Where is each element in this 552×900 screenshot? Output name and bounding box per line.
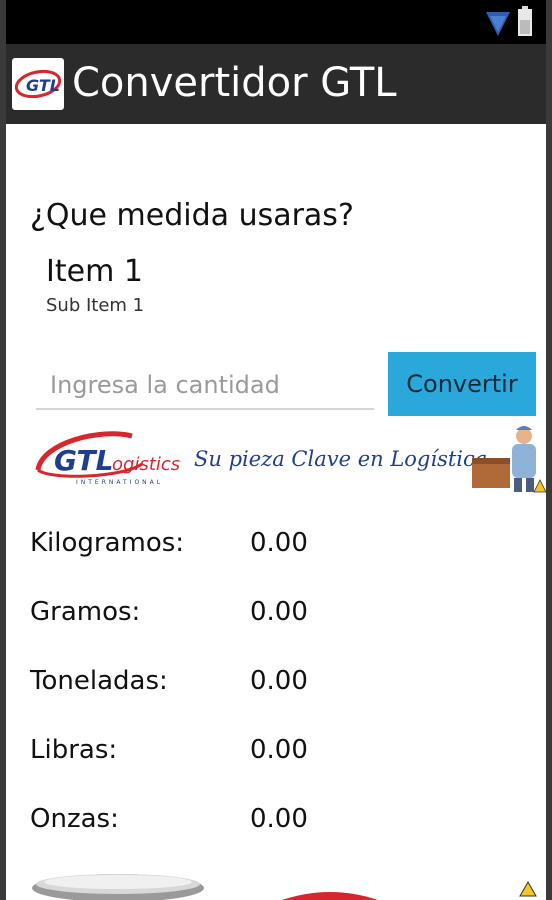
spinner-selected-item: Item 1 — [46, 254, 143, 289]
result-value: 0.00 — [250, 666, 308, 696]
result-row-toneladas: Toneladas: 0.00 — [30, 656, 530, 725]
app-logo-icon[interactable]: GTL — [12, 58, 64, 110]
result-label: Kilogramos: — [30, 528, 185, 558]
app-screen: GTL Convertidor GTL ¿Que medida usaras? … — [6, 0, 546, 900]
spinner-selected-subitem: Sub Item 1 — [46, 295, 145, 316]
svg-text:GTL: GTL — [26, 76, 60, 95]
status-bar — [6, 0, 546, 44]
warning-icon — [519, 880, 537, 897]
result-value: 0.00 — [250, 597, 308, 627]
result-label: Gramos: — [30, 597, 141, 627]
result-label: Onzas: — [30, 804, 119, 834]
result-row-gramos: Gramos: 0.00 — [30, 587, 530, 656]
app-title: Convertidor GTL — [72, 60, 397, 106]
svg-text:ogistics: ogistics — [112, 454, 180, 475]
bottom-images — [32, 874, 537, 900]
quantity-input[interactable] — [36, 362, 374, 410]
battery-icon — [518, 6, 532, 36]
delivery-person-image — [472, 426, 546, 493]
gtl-logistics-banner: GTL ogistics INTERNATIONAL Su pieza Clav… — [35, 426, 546, 493]
svg-text:GTL: GTL — [54, 444, 113, 477]
action-bar: GTL Convertidor GTL — [6, 44, 546, 124]
svg-text:INTERNATIONAL: INTERNATIONAL — [76, 479, 163, 486]
result-value: 0.00 — [250, 804, 308, 834]
banner-slogan: Su pieza Clave en Logística — [194, 447, 487, 471]
result-label: Libras: — [30, 735, 118, 765]
result-label: Toneladas: — [30, 666, 168, 696]
result-value: 0.00 — [250, 735, 308, 765]
result-row-libras: Libras: 0.00 — [30, 725, 530, 794]
measure-question: ¿Que medida usaras? — [30, 198, 354, 233]
measure-spinner[interactable]: Item 1 Sub Item 1 — [46, 254, 346, 318]
gtl-logistics-logo: GTL ogistics INTERNATIONAL — [35, 431, 180, 486]
conversion-results: Kilogramos: 0.00 Gramos: 0.00 Toneladas:… — [30, 518, 530, 863]
result-row-onzas: Onzas: 0.00 — [30, 794, 530, 863]
result-row-kilogramos: Kilogramos: 0.00 — [30, 518, 530, 587]
main-content: ¿Que medida usaras? Item 1 Sub Item 1 Co… — [6, 124, 546, 900]
result-value: 0.00 — [250, 528, 308, 558]
scale-image — [32, 874, 204, 900]
convert-button[interactable]: Convertir — [388, 352, 536, 416]
red-shape-image — [282, 892, 378, 900]
wifi-signal-icon — [486, 12, 510, 36]
